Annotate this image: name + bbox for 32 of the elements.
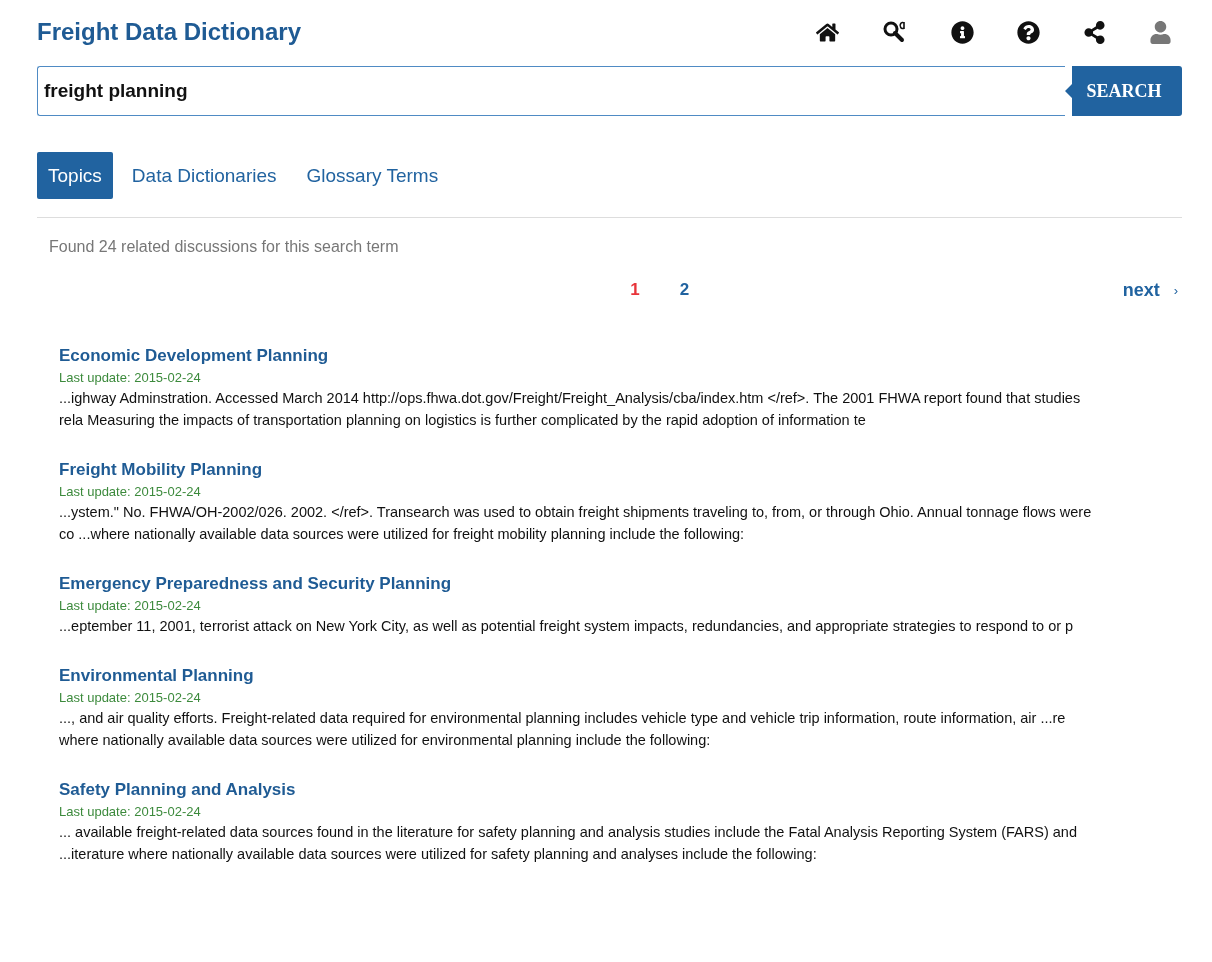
tab[interactable]: Data Dictionaries [120, 152, 288, 199]
glossary-search-icon[interactable] [882, 20, 908, 44]
page-link[interactable]: 1 [630, 280, 640, 300]
last-update: Last update: 2015-02-24 [59, 370, 201, 385]
next-link[interactable]: next [1122, 279, 1160, 301]
result-title[interactable]: Environmental Planning [59, 666, 254, 686]
next-arrow[interactable]: › [1173, 282, 1178, 298]
tab[interactable]: Topics [37, 152, 113, 199]
page-link[interactable]: 2 [679, 280, 690, 300]
result-excerpt: ...eptember 11, 2001, terrorist attack on New York City, as well as potential freight system impacts, redundancies, and appropriate strategies to respond to or p [59, 617, 1075, 636]
results-summary: Found 24 related discussions for this search term [49, 238, 400, 256]
result-excerpt: ...ighway Adminstration. Accessed March 2014 http://ops.fhwa.dot.gov/Freight/Freight_Analysis/cba/index.htm </ref>. The 2001 FHWA report found that studies rela Measuring the impacts of transportation planning on logistics is further complicated by the rapid adoption of information te [59, 389, 1082, 430]
home-icon[interactable] [816, 20, 839, 44]
search-button[interactable]: SEARCH [1065, 66, 1182, 116]
result-excerpt: ... available freight-related data sources found in the literature for safety planning and analysis studies include the Fatal Analysis Reporting System (FARS) and ...iterature where nationally available data sources were utilized for safety planning and analyses include the following: [59, 823, 1078, 864]
help-icon[interactable] [1017, 20, 1040, 44]
result-title[interactable]: Emergency Preparedness and Security Planning [59, 574, 452, 594]
info-icon[interactable] [951, 20, 974, 44]
last-update: Last update: 2015-02-24 [59, 598, 201, 613]
tab[interactable]: Glossary Terms [295, 152, 450, 199]
result-excerpt: ...ystem." No. FHWA/OH-2002/026. 2002. </ref>. Transearch was used to obtain freight shipments traveling to, from, or through Ohio. Annual tonnage flows were co ...where nationally available data sources were utilized for freight mobility planning include the following: [59, 503, 1093, 544]
app-title: Freight Data Dictionary [37, 18, 302, 46]
share-icon[interactable] [1083, 20, 1106, 44]
last-update: Last update: 2015-02-24 [59, 484, 201, 499]
result-excerpt: ..., and air quality efforts. Freight-related data required for environmental planning includes vehicle type and vehicle trip information, route information, air ...re where nationally available data sources were utilized for environmental planning include the following: [59, 709, 1067, 750]
result-title[interactable]: Economic Development Planning [59, 346, 329, 366]
last-update: Last update: 2015-02-24 [59, 690, 201, 705]
search-field[interactable]: freight planning [37, 66, 1065, 116]
result-title[interactable]: Safety Planning and Analysis [59, 780, 296, 800]
last-update: Last update: 2015-02-24 [59, 804, 201, 819]
result-title[interactable]: Freight Mobility Planning [59, 460, 263, 480]
user-icon[interactable] [1149, 20, 1172, 44]
